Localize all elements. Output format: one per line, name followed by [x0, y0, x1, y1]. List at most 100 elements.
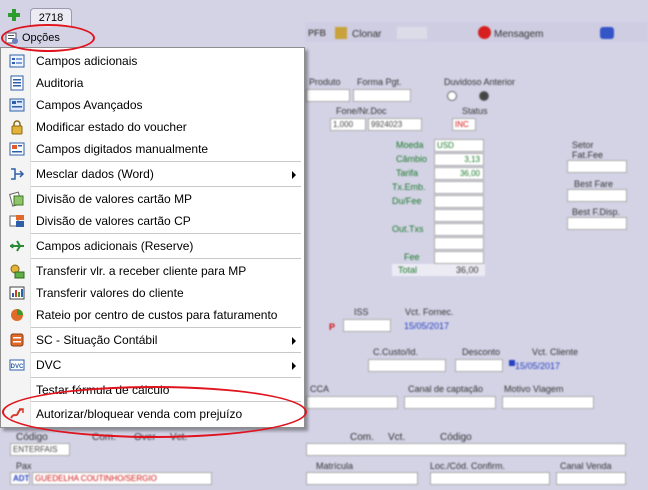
blue-marker	[509, 360, 515, 366]
field-entr[interactable]: ENTERFAIS	[10, 443, 70, 456]
menu-item-modificar-estado-voucher[interactable]: Modificar estado do voucher	[1, 116, 304, 138]
menu-separator	[31, 161, 301, 162]
menu-item-transferir-valores[interactable]: Transferir valores do cliente	[1, 282, 304, 304]
field-produto[interactable]	[306, 89, 350, 102]
menu-separator	[31, 233, 301, 234]
field-loc-cod[interactable]	[430, 472, 550, 485]
field-row-bottom[interactable]	[306, 443, 626, 456]
label-com-2: Com.	[350, 432, 374, 443]
menu-item-divisao-mp[interactable]: Divisão de valores cartão MP	[1, 188, 304, 210]
field-cca[interactable]	[306, 396, 398, 409]
options-icon	[5, 32, 18, 44]
field-fee[interactable]	[434, 251, 484, 264]
field-best-f-disp[interactable]	[567, 217, 627, 230]
menu-item-testar-formula[interactable]: Testar fórmula de cálculo	[1, 379, 304, 401]
menu-separator	[31, 401, 301, 402]
airplane-icon	[10, 240, 24, 252]
field-ref2[interactable]: 9924023	[368, 118, 422, 131]
field-pax-id[interactable]: ADT	[10, 472, 30, 485]
label-vct: Vct.	[170, 432, 188, 443]
label-codigo: Código	[16, 432, 48, 443]
label-loc-cod: Loc./Cód. Confirm.	[430, 461, 506, 471]
label-du-fee: Du/Fee	[392, 196, 422, 206]
menu-item-transferir-vlr-mp[interactable]: Transferir vlr. a receber cliente para M…	[1, 260, 304, 282]
menu-item-label: Campos adicionais	[36, 54, 138, 68]
label-canal-captacao: Canal de captação	[408, 384, 484, 394]
menu-item-label: Mesclar dados (Word)	[36, 167, 154, 181]
menu-item-campos-avancados[interactable]: Campos Avançados	[1, 94, 304, 116]
field-setor[interactable]	[567, 160, 627, 173]
field-iss[interactable]	[343, 319, 391, 332]
field-tx-emb[interactable]	[434, 181, 484, 194]
label-codigo-2: Código	[440, 432, 472, 443]
toolbar-abbr: PFB	[308, 28, 326, 38]
clone-icon	[335, 27, 347, 39]
field-best-fare[interactable]	[567, 189, 627, 202]
menu-item-mesclar-dados[interactable]: Mesclar dados (Word)	[1, 163, 304, 185]
label-pax: Pax	[16, 461, 32, 471]
value-total: 36,00	[456, 265, 479, 275]
add-icon[interactable]	[7, 8, 21, 22]
field-cambio[interactable]: 3,13	[434, 153, 484, 166]
field-c-custo[interactable]	[368, 359, 446, 372]
menu-item-autorizar-bloquear-venda[interactable]: Autorizar/bloquear venda com prejuízo	[1, 403, 304, 425]
field-canal-venda[interactable]	[556, 472, 626, 485]
card-split-cp-icon	[9, 215, 24, 227]
field-status[interactable]: INC	[452, 118, 476, 131]
label-iss: ISS	[354, 307, 369, 317]
menu-item-label: Divisão de valores cartão MP	[36, 192, 193, 206]
lock-icon	[11, 120, 23, 135]
red-marker: P	[329, 322, 336, 332]
label-total: Total	[398, 265, 418, 275]
manual-entry-icon	[9, 142, 25, 156]
label-tarifa: Tarifa	[396, 168, 419, 178]
menu-item-label: Auditoria	[36, 76, 84, 90]
menu-item-campos-reserve[interactable]: Campos adicionais (Reserve)	[1, 235, 304, 257]
menu-item-campos-digitados[interactable]: Campos digitados manualmente	[1, 138, 304, 160]
menu-item-sc-situacao-contabil[interactable]: SC - Situação Contábil	[1, 329, 304, 351]
field-canal-captacao[interactable]	[404, 396, 496, 409]
field-tarifa[interactable]: 36,00	[434, 167, 484, 180]
field-out-txs[interactable]	[434, 223, 484, 236]
menu-item-dvc[interactable]: DVC DVC	[1, 354, 304, 376]
field-moeda[interactable]: USD	[434, 139, 484, 152]
menu-item-label: Autorizar/bloquear venda com prejuízo	[36, 407, 243, 421]
label-vct-2: Vct.	[388, 432, 406, 443]
field-du-fee[interactable]	[434, 195, 484, 208]
field-pax-name[interactable]: GUEDELHA COUTINHO/SERGIO	[32, 472, 212, 485]
field-ref[interactable]: 1,000	[330, 118, 366, 131]
menu-item-label: Rateio por centro de custos para faturam…	[36, 308, 278, 322]
label-matricula: Matrícula	[316, 461, 354, 471]
label-motivo-viagem: Motivo Viagem	[504, 384, 564, 394]
options-menu-button[interactable]: Opções	[3, 28, 64, 48]
audit-list-icon	[10, 75, 24, 91]
label-out-txs: Out.Txs	[392, 224, 424, 234]
label-produto: Produto	[309, 77, 341, 87]
card-split-icon	[9, 191, 24, 207]
label-canal-venda: Canal Venda	[560, 461, 612, 471]
field-desconto[interactable]	[455, 359, 503, 372]
label-vct-cliente: Vct. Cliente	[532, 347, 579, 357]
menu-item-rateio-centro-custos[interactable]: Rateio por centro de custos para faturam…	[1, 304, 304, 326]
tab-2718[interactable]: 2718	[30, 8, 72, 27]
field-forma-pgt[interactable]	[353, 89, 411, 102]
submenu-arrow-icon	[292, 362, 296, 370]
toolbar-disabled	[397, 27, 427, 39]
cost-center-icon	[11, 309, 23, 321]
menu-item-campos-adicionais[interactable]: Campos adicionais	[1, 50, 304, 72]
menu-item-label: Campos adicionais (Reserve)	[36, 239, 194, 253]
field-motivo-viagem[interactable]	[502, 396, 594, 409]
submenu-arrow-icon	[292, 337, 296, 345]
clone-button[interactable]: Clonar	[352, 29, 381, 40]
radio-i[interactable]	[479, 91, 489, 101]
menu-item-auditoria[interactable]: Auditoria	[1, 72, 304, 94]
field-blank-2[interactable]	[434, 237, 484, 250]
menu-item-label: Campos Avançados	[36, 98, 143, 112]
field-blank-1[interactable]	[434, 209, 484, 222]
dvc-icon: DVC	[9, 359, 25, 371]
menu-item-divisao-cp[interactable]: Divisão de valores cartão CP	[1, 210, 304, 232]
menu-item-label: SC - Situação Contábil	[36, 333, 158, 347]
radio-d[interactable]	[447, 91, 457, 101]
field-matricula[interactable]	[306, 472, 418, 485]
message-button[interactable]: Mensagem	[494, 29, 543, 40]
